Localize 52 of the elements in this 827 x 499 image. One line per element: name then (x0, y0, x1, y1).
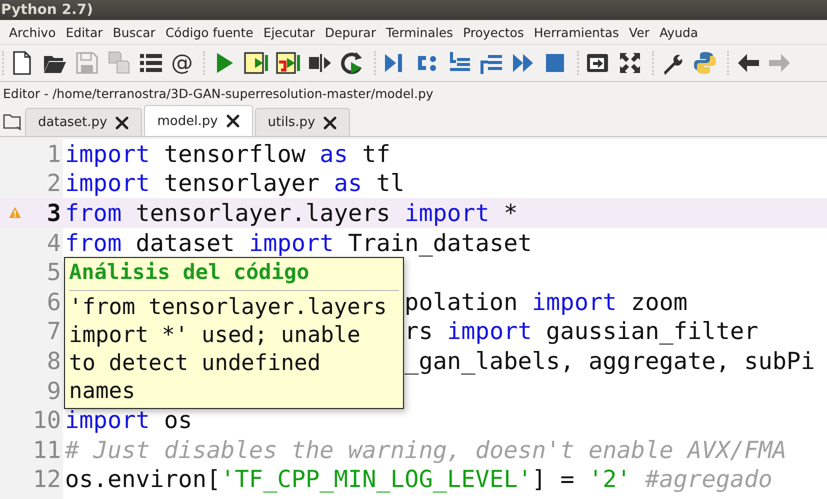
menu-item[interactable]: Herramientas (528, 22, 624, 42)
editor-tab[interactable]: dataset.py (25, 108, 142, 136)
menu-item[interactable]: Ver (624, 22, 654, 42)
menu-item[interactable]: Ayuda (654, 22, 704, 42)
menu-item[interactable]: Código fuente (160, 22, 258, 42)
menu-item[interactable]: Archivo (4, 22, 61, 42)
editor-path: Editor - /home/terranostra/3D-GAN-superresolution-master/model.py (3, 86, 434, 100)
line-number: 10 (32, 406, 61, 434)
code-line: from dataset import Train_dataset (65, 228, 532, 257)
code-line: # Just disables the warning, doesn't enable AVX/FMA (65, 436, 787, 464)
menu-item[interactable]: Proyectos (458, 22, 529, 42)
code-line: from tensorlayer.layers import * (65, 198, 518, 227)
code-line: _gan_labels, aggregate, subPi (404, 346, 815, 375)
browse-tabs-icon[interactable] (3, 112, 23, 130)
menu-item[interactable]: Ejecutar (258, 22, 320, 42)
save-all-icon (106, 50, 132, 76)
line-number: 6 (46, 288, 61, 316)
code-line: import tensorflow as tf (65, 140, 390, 168)
line-number: 2 (46, 169, 61, 198)
tooltip-title: Análisis del código (69, 260, 310, 285)
line-number: 9 (46, 376, 61, 405)
rerun-icon (339, 50, 365, 76)
line-number: 12 (32, 465, 61, 494)
at-sign-button[interactable]: @ (167, 48, 197, 78)
code-line: os.environ['TF_CPP_MIN_LOG_LEVEL'] = '2' #agregado (65, 465, 772, 494)
close-icon[interactable] (323, 116, 338, 130)
code-line: rs import gaussian_filter (404, 317, 758, 346)
editor-tab[interactable]: utils.py (254, 108, 350, 136)
line-number: 3 (46, 198, 61, 227)
code-line: import tensorlayer as tl (65, 169, 405, 198)
menu-item[interactable]: Terminales (381, 22, 458, 42)
line-number: 1 (46, 140, 61, 168)
menu-item[interactable]: Depurar (320, 22, 381, 42)
line-number: 4 (46, 228, 61, 257)
window-title: Python 2.7) (0, 2, 93, 18)
close-icon[interactable] (226, 114, 240, 128)
close-icon[interactable] (115, 116, 130, 130)
line-number: 7 (46, 317, 61, 346)
line-number: 5 (46, 258, 61, 286)
run-cell-advance-icon (275, 50, 301, 76)
fullscreen-icon (617, 50, 643, 76)
code-line: import os (65, 406, 192, 434)
line-number: 11 (32, 436, 61, 464)
tooltip-message: 'from tensorlayer.layers import *' used; unable to detect undefined names (69, 294, 388, 406)
code-line: polation import zoom (404, 288, 688, 316)
save-icon (74, 50, 100, 76)
editor-tab[interactable]: model.py (144, 105, 253, 136)
python-logo-icon (692, 50, 718, 76)
menu-item[interactable]: Editar (60, 22, 108, 42)
menu-item[interactable]: Buscar (108, 22, 160, 42)
line-number: 8 (46, 346, 61, 375)
run-cell-icon (243, 50, 269, 76)
